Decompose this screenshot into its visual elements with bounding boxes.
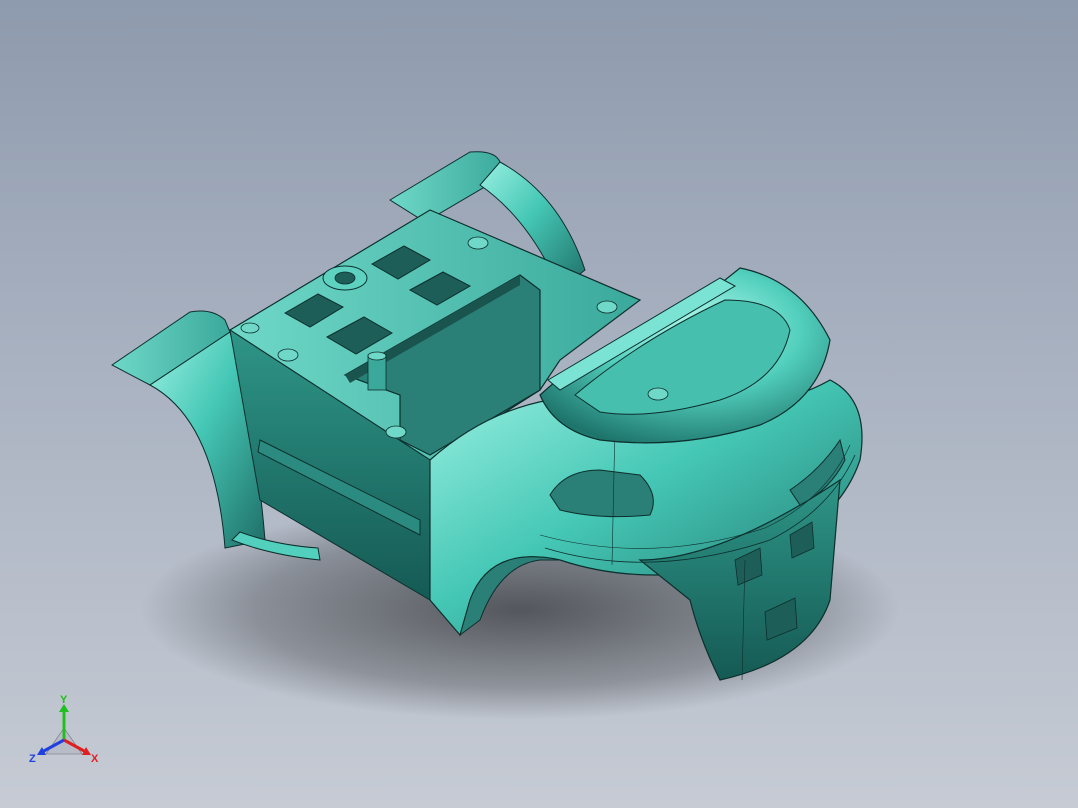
x-axis-label: X: [91, 753, 99, 765]
3d-model-view[interactable]: [0, 0, 1078, 808]
orientation-triad[interactable]: Y X Z: [24, 694, 104, 774]
cad-viewport[interactable]: Y X Z: [0, 0, 1078, 808]
y-axis-label: Y: [60, 694, 68, 706]
z-axis-label: Z: [29, 753, 36, 765]
